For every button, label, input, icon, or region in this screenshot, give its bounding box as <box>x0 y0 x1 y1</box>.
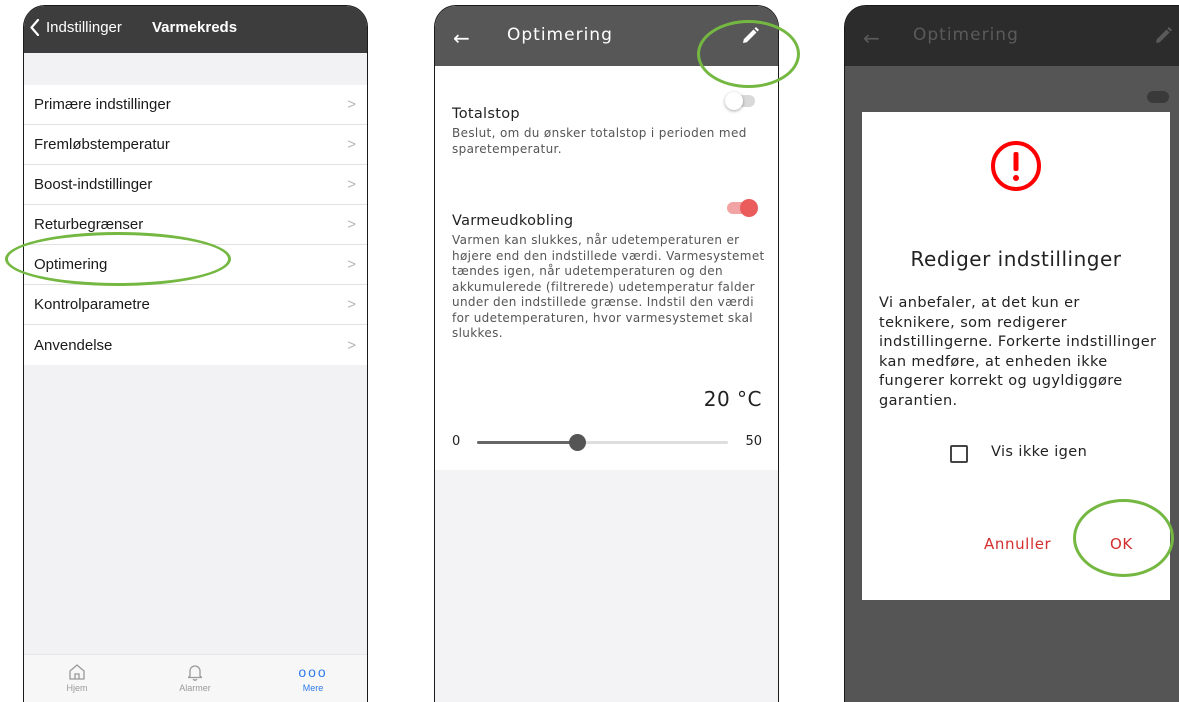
slider-min-label: 0 <box>452 434 461 449</box>
list-item-boost[interactable]: Boost-indstillinger > <box>24 165 367 205</box>
tab-label: Mere <box>302 683 324 693</box>
bell-icon <box>187 665 203 681</box>
chevron-right-icon: > <box>347 136 356 153</box>
chevron-right-icon: > <box>347 296 356 313</box>
empty-area <box>435 470 778 702</box>
list-item-label: Kontrolparametre <box>34 296 150 313</box>
setting-title: Totalstop <box>452 106 520 122</box>
more-dots-icon: ooo <box>298 664 328 680</box>
pencil-icon[interactable] <box>740 26 760 50</box>
phone-screen-edit-dialog: ← Optimering Rediger indstillinger Vi an… <box>844 5 1179 702</box>
setting-description: Beslut, om du ønsker totalstop i periode… <box>452 126 747 156</box>
list-item-fremlobstemperatur[interactable]: Fremløbstemperatur > <box>24 125 367 165</box>
arrow-left-icon: ← <box>863 26 880 50</box>
list-item-primaere[interactable]: Primære indstillinger > <box>24 85 367 125</box>
list-item-kontrolparametre[interactable]: Kontrolparametre > <box>24 285 367 325</box>
setting-description: Varmen kan slukkes, når udetemperaturen … <box>452 233 765 340</box>
tab-label: Alarmer <box>179 683 211 693</box>
phone-screen-settings-menu: Indstillinger Varmekreds Primære indstil… <box>23 5 368 702</box>
pencil-icon <box>1153 26 1173 50</box>
temperature-value: 20 °C <box>703 387 762 411</box>
chevron-right-icon: > <box>347 176 356 193</box>
list-item-label: Boost-indstillinger <box>34 176 153 193</box>
confirm-dialog: Rediger indstillinger Vi anbefaler, at d… <box>862 112 1170 600</box>
list-item-label: Anvendelse <box>34 336 113 354</box>
chevron-right-icon: > <box>347 336 356 354</box>
ok-button[interactable]: OK <box>1110 535 1133 553</box>
tab-alarms[interactable]: Alarmer <box>160 661 230 693</box>
tab-label: Hjem <box>66 683 88 693</box>
slider-max-label: 50 <box>745 434 762 449</box>
chevron-right-icon: > <box>347 256 356 273</box>
home-icon <box>69 664 85 680</box>
list-item-label: Fremløbstemperatur <box>34 136 170 153</box>
dialog-title: Rediger indstillinger <box>910 247 1122 271</box>
page-title: Varmekreds <box>152 19 238 36</box>
list-item-label: Optimering <box>34 256 108 273</box>
dialog-message: Vi anbefaler, at det kun er teknikere, s… <box>879 295 1157 409</box>
temperature-slider[interactable] <box>477 434 728 451</box>
arrow-left-icon[interactable]: ← <box>453 26 470 50</box>
list-item-returbegraenser[interactable]: Returbegrænser > <box>24 205 367 245</box>
list-item-label: Primære indstillinger <box>34 96 171 113</box>
phone-screen-optimering: ← Optimering Totalstop Beslut, om du øns… <box>434 5 779 702</box>
list-item-anvendelse[interactable]: Anvendelse > <box>24 325 367 365</box>
settings-content: Totalstop Beslut, om du ønsker totalstop… <box>435 66 778 470</box>
page-title: Optimering <box>913 25 1019 45</box>
totalstop-toggle[interactable] <box>725 92 755 110</box>
slider-thumb[interactable] <box>569 434 587 451</box>
toggle-knob <box>725 92 743 110</box>
chevron-right-icon: > <box>347 216 356 233</box>
empty-area <box>24 365 367 654</box>
page-title: Optimering <box>507 25 613 45</box>
toggle-knob <box>740 199 758 217</box>
alert-circle-icon <box>990 140 1042 196</box>
nav-header: Indstillinger Varmekreds <box>24 6 367 53</box>
tab-bar: Hjem Alarmer ooo Mere <box>24 654 367 702</box>
checkbox-label[interactable]: Vis ikke igen <box>991 444 1087 460</box>
back-button[interactable]: Indstillinger <box>30 19 122 36</box>
slider-fill <box>477 441 578 444</box>
cancel-button[interactable]: Annuller <box>984 535 1051 553</box>
app-bar: ← Optimering <box>435 6 778 66</box>
dont-show-again-checkbox[interactable] <box>950 445 968 463</box>
chevron-left-icon <box>30 19 40 36</box>
app-bar-dimmed: ← Optimering <box>845 6 1179 66</box>
list-item-label: Returbegrænser <box>34 216 144 233</box>
varmeudkobling-toggle[interactable] <box>727 199 758 217</box>
section-spacer <box>24 53 367 85</box>
settings-list: Primære indstillinger > Fremløbstemperatu… <box>24 85 367 365</box>
setting-title: Varmeudkobling <box>452 213 574 229</box>
tab-home[interactable]: Hjem <box>42 661 112 693</box>
list-item-optimering[interactable]: Optimering > <box>24 245 367 285</box>
chevron-right-icon: > <box>347 96 356 113</box>
tab-more[interactable]: ooo Mere <box>278 661 348 693</box>
back-label: Indstillinger <box>46 19 122 36</box>
dimmed-toggle <box>1147 91 1169 103</box>
